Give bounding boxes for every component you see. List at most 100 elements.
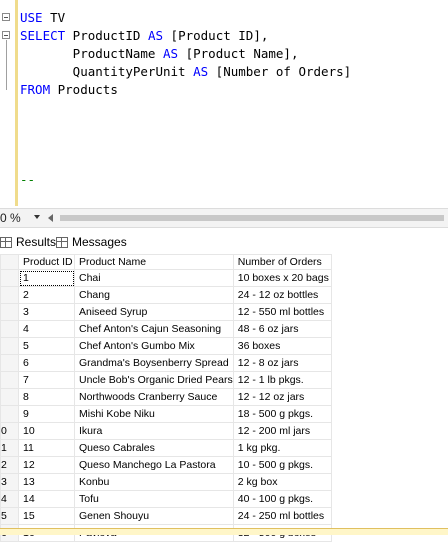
code-line[interactable]: FROM Products [20, 81, 118, 99]
row-number-cell[interactable]: 0 [0, 422, 19, 440]
row-number-cell[interactable] [0, 320, 19, 338]
product-name-cell[interactable]: Genen Shouyu [74, 507, 234, 525]
product-name-cell[interactable]: Queso Manchego La Pastora [74, 456, 234, 474]
row-number-cell[interactable]: 3 [0, 473, 19, 491]
table-row[interactable]: 4 14 Tofu 40 - 100 g pkgs. [0, 490, 332, 508]
query-editor[interactable]: USE TV SELECT ProductID AS [Product ID], … [0, 0, 448, 206]
code-line[interactable]: SELECT ProductID AS [Product ID], [20, 27, 268, 45]
row-number-cell[interactable]: 2 [0, 456, 19, 474]
tab-messages[interactable]: Messages [56, 233, 127, 251]
horizontal-scrollbar[interactable] [48, 212, 446, 224]
table-row[interactable]: 5 15 Genen Shouyu 24 - 250 ml bottles [0, 507, 332, 525]
tab-results[interactable]: Results [0, 233, 62, 251]
product-name-cell[interactable]: Uncle Bob's Organic Dried Pears [74, 371, 234, 389]
number-of-orders-cell[interactable]: 10 - 500 g pkgs. [232, 456, 332, 474]
product-id-cell[interactable]: 14 [18, 490, 75, 508]
number-of-orders-cell[interactable]: 12 - 8 oz jars [232, 354, 332, 372]
product-id-cell[interactable]: 2 [18, 286, 75, 304]
number-of-orders-cell[interactable]: 18 - 500 g pkgs. [232, 405, 332, 423]
product-name-cell[interactable]: Ikura [74, 422, 234, 440]
number-of-orders-cell[interactable]: 10 boxes x 20 bags [232, 269, 332, 287]
product-id-cell[interactable]: 15 [18, 507, 75, 525]
column-header-product-id[interactable]: Product ID [18, 254, 75, 270]
row-number-cell[interactable]: 1 [0, 439, 19, 457]
table-row[interactable]: 2 Chang 24 - 12 oz bottles [0, 286, 332, 304]
row-number-cell[interactable] [0, 303, 19, 321]
product-id-cell[interactable]: 3 [18, 303, 75, 321]
code-token: AS [193, 64, 209, 79]
zoom-level[interactable]: 0 % [0, 211, 21, 225]
product-name-cell[interactable]: Tofu [74, 490, 234, 508]
table-row[interactable]: 5 Chef Anton's Gumbo Mix 36 boxes [0, 337, 332, 355]
product-id-cell[interactable]: 10 [18, 422, 75, 440]
product-name-cell[interactable]: Northwoods Cranberry Sauce [74, 388, 234, 406]
code-line[interactable]: QuantityPerUnit AS [Number of Orders] [20, 63, 351, 81]
number-of-orders-cell[interactable]: 48 - 6 oz jars [232, 320, 332, 338]
code-line[interactable]: -- [20, 171, 35, 189]
table-row[interactable]: 0 10 Ikura 12 - 200 ml jars [0, 422, 332, 440]
table-row[interactable]: 3 Aniseed Syrup 12 - 550 ml bottles [0, 303, 332, 321]
number-of-orders-cell[interactable]: 2 kg box [232, 473, 332, 491]
number-of-orders-cell[interactable]: 40 - 100 g pkgs. [232, 490, 332, 508]
scrollbar-thumb[interactable] [60, 215, 444, 221]
corner-cell[interactable] [0, 254, 19, 270]
product-id-cell[interactable]: 7 [18, 371, 75, 389]
product-id-cell[interactable]: 11 [18, 439, 75, 457]
row-number-cell[interactable] [0, 269, 19, 287]
row-number-cell[interactable] [0, 286, 19, 304]
code-line[interactable]: ProductName AS [Product Name], [20, 45, 299, 63]
product-name-cell[interactable]: Chang [74, 286, 234, 304]
row-number-cell[interactable] [0, 388, 19, 406]
product-name-cell[interactable]: Chai [74, 269, 234, 287]
product-name-cell[interactable]: Konbu [74, 473, 234, 491]
number-of-orders-cell[interactable]: 12 - 12 oz jars [232, 388, 332, 406]
row-number-cell[interactable] [0, 337, 19, 355]
product-name-cell[interactable]: Grandma's Boysenberry Spread [74, 354, 234, 372]
product-name-cell[interactable]: Chef Anton's Cajun Seasoning [74, 320, 234, 338]
number-of-orders-cell[interactable]: 24 - 250 ml bottles [232, 507, 332, 525]
column-header-number-of-orders[interactable]: Number of Orders [232, 254, 332, 270]
table-row[interactable]: 3 13 Konbu 2 kg box [0, 473, 332, 491]
table-row[interactable]: 2 12 Queso Manchego La Pastora 10 - 500 g p… [0, 456, 332, 474]
table-row[interactable]: 7 Uncle Bob's Organic Dried Pears 12 - 1 l… [0, 371, 332, 389]
collapse-select-icon[interactable] [2, 31, 10, 39]
product-id-cell[interactable]: 13 [18, 473, 75, 491]
code-line[interactable]: USE TV [20, 9, 65, 27]
product-name-cell[interactable]: Aniseed Syrup [74, 303, 234, 321]
header-row: Product ID Product Name Number of Orders [0, 254, 332, 270]
table-row[interactable]: 1 Chai 10 boxes x 20 bags [0, 269, 332, 287]
product-name-cell[interactable]: Queso Cabrales [74, 439, 234, 457]
number-of-orders-cell[interactable]: 12 - 1 lb pkgs. [232, 371, 332, 389]
product-id-cell[interactable]: 9 [18, 405, 75, 423]
table-row[interactable]: 4 Chef Anton's Cajun Seasoning 48 - 6 oz j… [0, 320, 332, 338]
row-number-cell[interactable]: 5 [0, 507, 19, 525]
product-id-cell[interactable]: 5 [18, 337, 75, 355]
collapse-use-icon[interactable] [2, 13, 10, 21]
product-name-cell[interactable]: Mishi Kobe Niku [74, 405, 234, 423]
row-number-cell[interactable] [0, 354, 19, 372]
results-grid[interactable]: Product ID Product Name Number of Orders… [0, 254, 448, 542]
row-number-cell[interactable] [0, 371, 19, 389]
table-row[interactable]: 9 Mishi Kobe Niku 18 - 500 g pkgs. [0, 405, 332, 423]
table-row[interactable]: 8 Northwoods Cranberry Sauce 12 - 12 oz ja… [0, 388, 332, 406]
code-token: AS [163, 46, 179, 61]
number-of-orders-cell[interactable]: 1 kg pkg. [232, 439, 332, 457]
product-id-cell[interactable]: 12 [18, 456, 75, 474]
scroll-left-icon[interactable] [48, 214, 53, 222]
table-row[interactable]: 6 Grandma's Boysenberry Spread 12 - 8 oz j… [0, 354, 332, 372]
product-id-cell[interactable]: 4 [18, 320, 75, 338]
zoom-dropdown-icon[interactable] [34, 215, 40, 219]
number-of-orders-cell[interactable]: 12 - 550 ml bottles [232, 303, 332, 321]
row-number-cell[interactable]: 4 [0, 490, 19, 508]
product-id-cell[interactable]: 8 [18, 388, 75, 406]
number-of-orders-cell[interactable]: 36 boxes [232, 337, 332, 355]
product-name-cell[interactable]: Chef Anton's Gumbo Mix [74, 337, 234, 355]
column-header-product-name[interactable]: Product Name [74, 254, 234, 270]
number-of-orders-cell[interactable]: 12 - 200 ml jars [232, 422, 332, 440]
number-of-orders-cell[interactable]: 24 - 12 oz bottles [232, 286, 332, 304]
product-id-cell[interactable]: 6 [18, 354, 75, 372]
row-number-cell[interactable] [0, 405, 19, 423]
table-row[interactable]: 1 11 Queso Cabrales 1 kg pkg. [0, 439, 332, 457]
product-id-cell[interactable]: 1 [18, 269, 75, 287]
code-token: [Product Name], [178, 46, 299, 61]
